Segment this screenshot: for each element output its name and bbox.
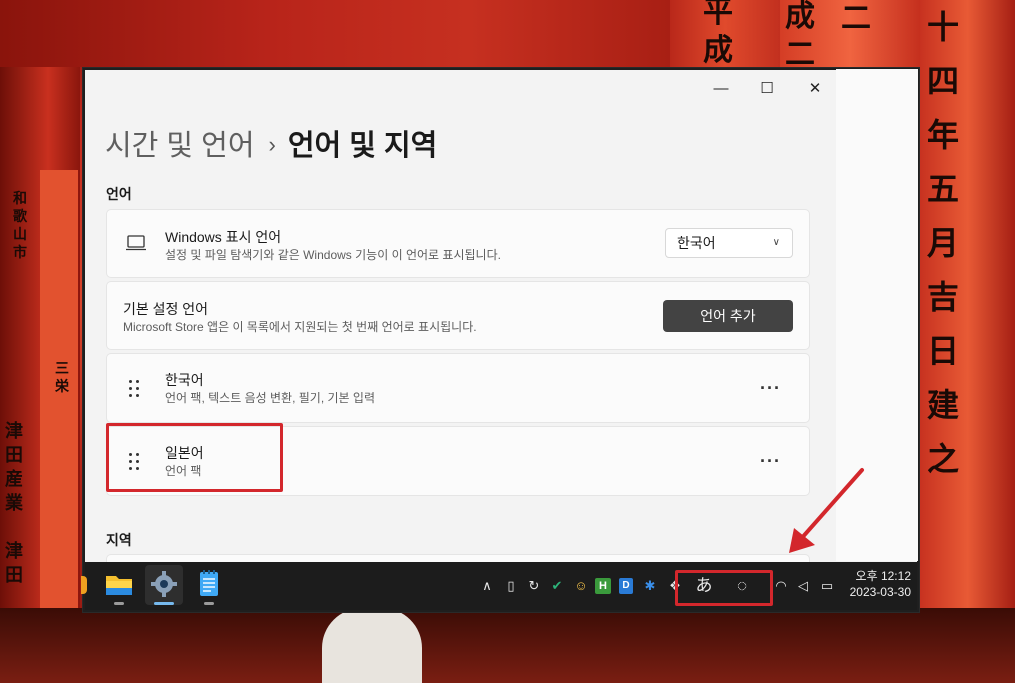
- annotation-arrow-icon: [789, 468, 864, 553]
